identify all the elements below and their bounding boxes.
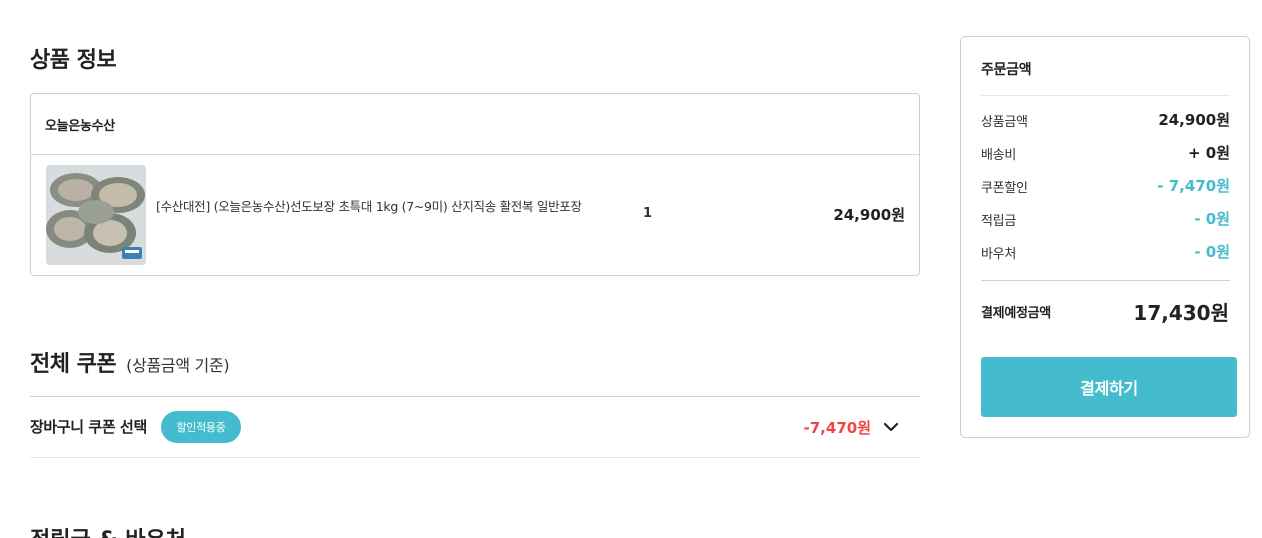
product-section-title: 상품 정보 [30,48,117,73]
coupon-title-text: 전체 쿠폰 [30,352,117,377]
total-label: 결제예정금액 [981,306,1051,321]
coupon-section-title: 전체 쿠폰 (상품금액 기준) [30,346,230,378]
product-box: 오늘은농수산 [수산대전] (오늘은농수산)선도보장 초특대 1kg (7~9미… [30,93,920,276]
abalone-image [46,165,146,265]
order-summary-panel: 주문금액 상품금액 24,900원 배송비 + 0원 쿠폰할인 - 7,470원… [960,36,1250,438]
summary-value: 24,900원 [1158,111,1230,129]
total-amount: 17,430원 [1133,301,1229,325]
product-quantity: 1 [643,206,653,221]
divider [30,396,920,397]
summary-label: 바우처 [981,247,1016,262]
summary-value: + 0원 [1187,144,1230,162]
points-voucher-section-title: 적립금 & 바우처 [30,522,186,538]
summary-label: 쿠폰할인 [981,181,1028,196]
summary-label: 상품금액 [981,115,1028,130]
summary-title: 주문금액 [981,62,1032,78]
store-name: 오늘은농수산 [31,94,919,155]
summary-value: - 7,470원 [1157,177,1230,195]
divider [30,457,920,458]
summary-row-shipping: 배송비 + 0원 [981,142,1230,163]
coupon-title-subtitle: (상품금액 기준) [126,356,230,375]
product-thumbnail[interactable] [46,165,146,265]
divider [981,280,1230,281]
product-name[interactable]: [수산대전] (오늘은농수산)선도보장 초특대 1kg (7~9미) 산지직송 … [156,198,586,215]
summary-row-voucher: 바우처 - 0원 [981,241,1230,262]
summary-label: 배송비 [981,148,1016,163]
summary-row-coupon-discount: 쿠폰할인 - 7,470원 [981,175,1230,196]
summary-value: - 0원 [1194,243,1230,261]
summary-value: - 0원 [1194,210,1230,228]
cart-coupon-label: 장바구니 쿠폰 선택 [30,418,147,436]
summary-label: 적립금 [981,214,1016,229]
product-price: 24,900원 [833,206,905,224]
summary-row-product-amount: 상품금액 24,900원 [981,109,1230,130]
summary-row-points: 적립금 - 0원 [981,208,1230,229]
product-item-row: [수산대전] (오늘은농수산)선도보장 초특대 1kg (7~9미) 산지직송 … [31,155,919,275]
coupon-discount-amount: -7,470원 [803,419,871,437]
chevron-down-icon[interactable] [882,418,900,436]
discount-applied-badge: 할인적용중 [161,411,241,443]
divider [981,95,1230,96]
pay-button[interactable]: 결제하기 [981,357,1237,417]
